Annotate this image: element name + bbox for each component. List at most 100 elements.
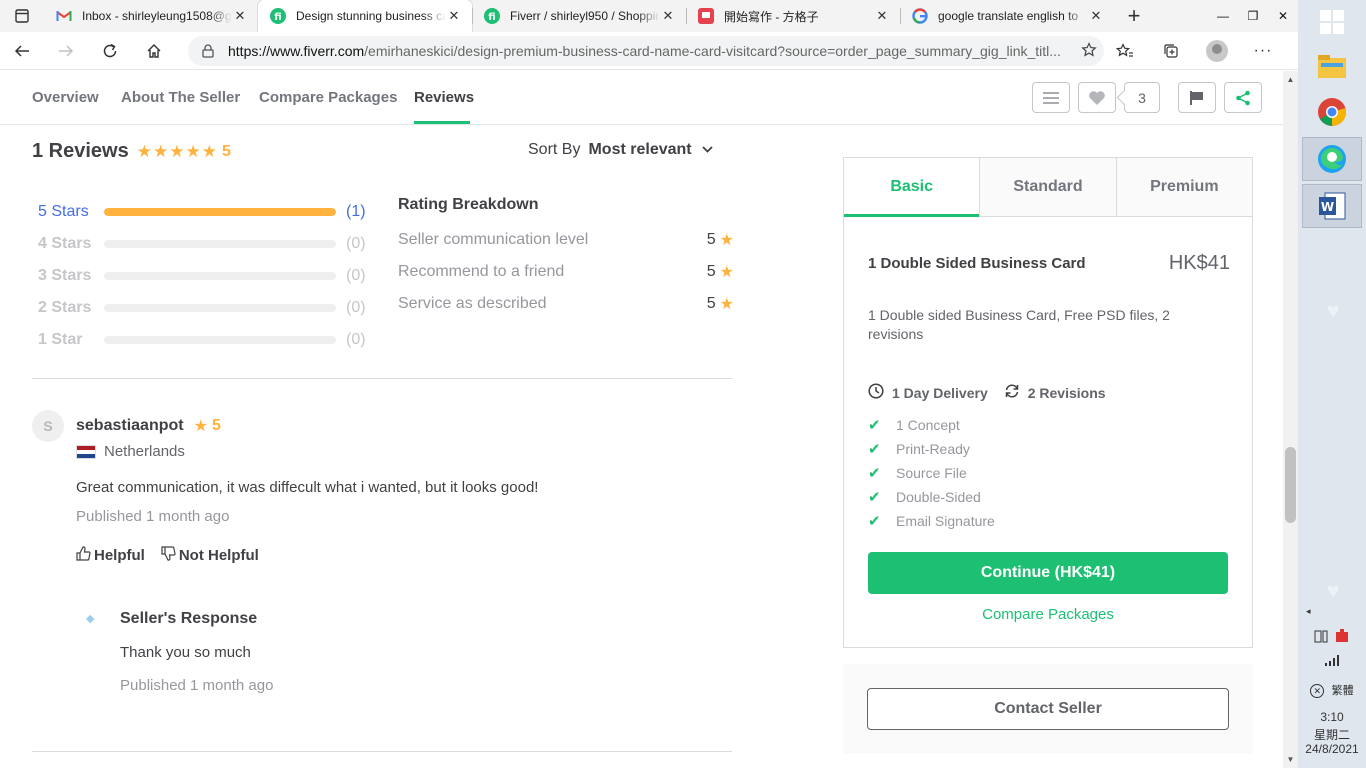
minimize-icon[interactable]: — (1208, 0, 1238, 32)
add-favorite-icon[interactable] (1074, 41, 1104, 61)
nav-overview[interactable]: Overview (32, 89, 99, 106)
browser-tab-gmail[interactable]: Inbox - shirleyleung1508@g ✕ (44, 0, 258, 32)
nav-compare-packages[interactable]: Compare Packages (259, 89, 397, 106)
package-tab-premium[interactable]: Premium (1115, 158, 1252, 216)
windows-taskbar: W ♥ ♥ ◂ ✕ 繁體 3:10 星期二 24/8/2021 (1298, 0, 1366, 768)
star-filter-2[interactable]: 2 Stars (0) (38, 292, 368, 324)
close-icon[interactable]: ✕ (446, 8, 462, 24)
nav-reviews[interactable]: Reviews (414, 89, 474, 106)
star-filter-1[interactable]: 1 Star (0) (38, 324, 368, 356)
url-host: https://www.fiverr.com (228, 43, 365, 59)
close-icon[interactable]: ✕ (232, 8, 248, 24)
menu-button[interactable] (1032, 82, 1070, 113)
contact-seller-button[interactable]: Contact Seller (867, 688, 1229, 730)
page-scrollbar[interactable]: ▲ ▼ (1283, 71, 1298, 768)
reviewer-country: Netherlands (76, 443, 185, 460)
feature-item: ✔ Double-Sided (868, 485, 995, 509)
browser-toolbar: https://www.fiverr.com/emirhaneskici/des… (0, 32, 1298, 70)
feature-item: ✔ Source File (868, 461, 995, 485)
feature-label: Email Signature (896, 513, 995, 529)
page-viewport: Overview About The Seller Compare Packag… (0, 71, 1283, 768)
close-icon[interactable]: ✕ (1088, 8, 1104, 24)
package-price: HK$41 (1168, 252, 1230, 274)
nav-about-seller[interactable]: About The Seller (121, 89, 240, 106)
close-icon[interactable]: ✕ (660, 8, 676, 24)
back-button[interactable] (0, 32, 44, 70)
feature-label: Print-Ready (896, 441, 970, 457)
refresh-icon (103, 43, 117, 57)
address-bar[interactable]: https://www.fiverr.com/emirhaneskici/des… (188, 36, 1104, 66)
window-controls: — ❐ ✕ (1208, 0, 1298, 32)
windows-logo-icon (1320, 10, 1344, 34)
bar-label: 3 Stars (38, 267, 92, 284)
favorites-button[interactable] (1102, 32, 1148, 70)
home-button[interactable] (132, 32, 176, 70)
helpful-label: Helpful (94, 546, 145, 564)
start-button[interactable] (1302, 0, 1362, 44)
refresh-button[interactable] (88, 32, 132, 70)
star-icon: ★ (193, 418, 208, 435)
report-button[interactable] (1178, 82, 1216, 113)
favorite-button[interactable] (1078, 82, 1116, 113)
forward-button[interactable] (44, 32, 88, 70)
collections-button[interactable] (1148, 32, 1194, 70)
flag-icon (1190, 90, 1203, 105)
sort-dropdown[interactable]: Sort By Most relevant (528, 141, 713, 159)
package-tab-standard[interactable]: Standard (979, 158, 1116, 216)
country-name: Netherlands (104, 443, 185, 460)
chevron-down-icon (701, 144, 713, 156)
profile-button[interactable] (1194, 32, 1240, 70)
ime-close-icon: ✕ (1310, 683, 1325, 698)
svg-text:fi: fi (274, 12, 281, 23)
file-explorer-button[interactable] (1302, 44, 1362, 88)
network-icon[interactable] (1298, 654, 1366, 669)
review-rating: 5 (211, 417, 221, 434)
check-icon: ✔ (868, 417, 881, 434)
more-menu-button[interactable]: ··· (1240, 32, 1286, 70)
close-window-icon[interactable]: ✕ (1268, 0, 1298, 32)
continue-button[interactable]: Continue (HK$41) (868, 552, 1228, 594)
ime-indicator[interactable]: ✕ 繁體 (1298, 682, 1366, 698)
tab-actions-button[interactable] (0, 0, 44, 32)
vocus-icon (698, 8, 714, 24)
clock-time[interactable]: 3:10 (1298, 710, 1366, 724)
scroll-down-icon[interactable]: ▼ (1283, 755, 1298, 764)
scrollbar-thumb[interactable] (1285, 447, 1296, 523)
chrome-button[interactable] (1302, 90, 1362, 134)
not-helpful-button[interactable]: Not Helpful (161, 546, 259, 564)
package-tab-basic[interactable]: Basic (844, 158, 980, 217)
close-icon[interactable]: ✕ (874, 8, 890, 24)
chevron-left-icon[interactable]: ◂ (1306, 606, 1326, 617)
share-button[interactable] (1224, 82, 1262, 113)
star-filter-4[interactable]: 4 Stars (0) (38, 228, 368, 260)
scroll-up-icon[interactable]: ▲ (1283, 75, 1298, 84)
url-text[interactable]: https://www.fiverr.com/emirhaneskici/des… (228, 43, 1074, 59)
reviewer-username[interactable]: sebastiaanpot (76, 417, 184, 435)
reviewer-avatar[interactable]: S (32, 410, 64, 442)
review-text: Great communication, it was diffecult wh… (76, 479, 539, 496)
compare-packages-link[interactable]: Compare Packages (844, 606, 1252, 623)
rating-stars: ★★★★★ (136, 141, 218, 161)
thumbs-down-icon (161, 546, 176, 564)
fiverr-icon: fi (484, 8, 500, 24)
star-filter-3[interactable]: 3 Stars (0) (38, 260, 368, 292)
helpful-button[interactable]: Helpful (76, 546, 145, 564)
plus-icon: + (1127, 3, 1141, 28)
feature-item: ✔ 1 Concept (868, 413, 995, 437)
edge-button[interactable] (1302, 137, 1362, 181)
heart-icon: ♥ (1326, 298, 1340, 323)
browser-tab-fiverr-shopping[interactable]: fi Fiverr / shirleyl950 / Shoppir ✕ (472, 0, 686, 32)
new-tab-button[interactable]: + (1114, 0, 1154, 32)
package-meta: 1 Day Delivery 2 Revisions (868, 383, 1122, 403)
collections-icon (1164, 44, 1178, 58)
browser-tab-google[interactable]: google translate english to ✕ (900, 0, 1114, 32)
heart-icon (1089, 90, 1105, 105)
word-button[interactable]: W (1302, 184, 1362, 228)
restore-icon[interactable]: ❐ (1238, 0, 1268, 32)
package-tabs: Basic Standard Premium (844, 158, 1252, 217)
browser-tab-fiverr-gig[interactable]: fi Design stunning business ca ✕ (258, 0, 472, 32)
tray-icons[interactable] (1298, 628, 1366, 647)
review-feedback: Helpful Not Helpful (76, 546, 275, 564)
browser-tab-vocus[interactable]: 開始寫作 - 方格子 ✕ (686, 0, 900, 32)
star-filter-5[interactable]: 5 Stars (1) (38, 196, 368, 228)
